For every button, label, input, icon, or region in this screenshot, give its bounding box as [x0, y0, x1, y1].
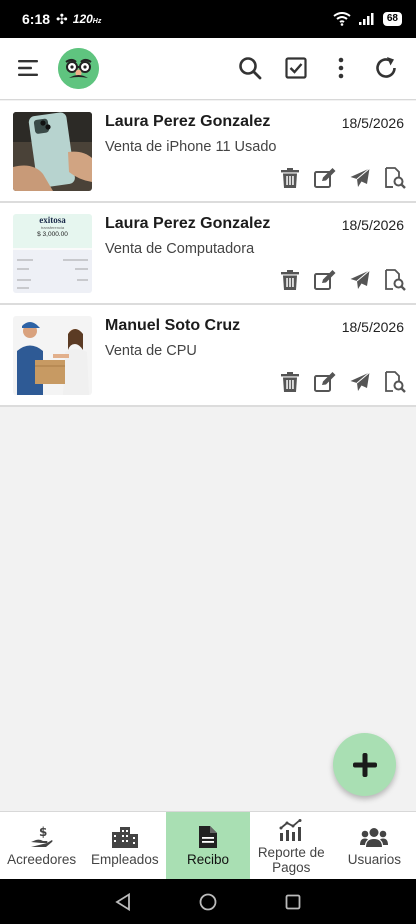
hand-dollar-icon: $	[30, 824, 54, 850]
send-icon[interactable]	[349, 371, 371, 393]
status-time: 6:18	[22, 11, 51, 27]
trash-icon[interactable]	[279, 371, 301, 393]
status-bar: 6:18 ✣ 120Hz 68	[0, 0, 416, 38]
nav-label: Reporte de Pagos	[257, 844, 325, 875]
transfer-receipt: exitosa transferencia $ 3,000.00	[13, 214, 92, 293]
edit-icon[interactable]	[314, 269, 336, 291]
iphone-photo	[13, 112, 92, 191]
more-vert-icon[interactable]	[326, 53, 356, 83]
nav-label: Acreedores	[7, 852, 77, 867]
list-item[interactable]: exitosa transferencia $ 3,000.00 Laura P…	[0, 203, 416, 305]
nav-item-empleados[interactable]: Empleados	[83, 812, 166, 879]
nav-item-recibo[interactable]: Recibo	[166, 812, 250, 879]
receipt-date: 18/5/2026	[341, 319, 404, 335]
receipt-date: 18/5/2026	[341, 115, 404, 131]
buildings-icon	[111, 824, 138, 850]
search-icon[interactable]	[235, 53, 265, 83]
row-actions	[279, 269, 406, 291]
refresh-rate: 120Hz	[72, 12, 102, 26]
document-search-icon[interactable]	[384, 167, 406, 189]
receipt-amount: $ 3,000.00	[37, 231, 68, 238]
nav-item-acreedores[interactable]: $ Acreedores	[0, 812, 83, 879]
users-icon	[360, 824, 389, 850]
home-icon[interactable]	[196, 890, 220, 914]
trash-icon[interactable]	[279, 269, 301, 291]
edit-icon[interactable]	[314, 167, 336, 189]
system-navigation-bar	[0, 879, 416, 924]
client-name: Manuel Soto Cruz	[105, 317, 241, 334]
receipt-brand: exitosa	[39, 215, 66, 225]
nav-label: Recibo	[186, 852, 230, 867]
recents-icon[interactable]	[281, 890, 305, 914]
app-bar	[0, 38, 416, 100]
client-name: Laura Perez Gonzalez	[105, 215, 271, 232]
row-actions	[279, 371, 406, 393]
battery-icon: 68	[382, 12, 402, 26]
edit-icon[interactable]	[314, 371, 336, 393]
fan-icon: ✣	[56, 10, 68, 27]
list-item[interactable]: Laura Perez Gonzalez 18/5/2026 Venta de …	[0, 101, 416, 203]
receipt-sub: transferencia	[40, 225, 65, 230]
receipt-description: Venta de iPhone 11 Usado	[105, 139, 277, 155]
bottom-nav: $ Acreedores Empleados Recibo Reporte de…	[0, 811, 416, 879]
add-receipt-button[interactable]	[333, 733, 396, 796]
svg-text:$: $	[39, 825, 47, 839]
plus-icon	[352, 752, 377, 777]
menu-icon[interactable]	[14, 53, 44, 83]
nav-label: Empleados	[91, 852, 159, 867]
delivery-photo	[13, 316, 92, 395]
receipt-list: Laura Perez Gonzalez 18/5/2026 Venta de …	[0, 101, 416, 407]
document-search-icon[interactable]	[384, 269, 406, 291]
receipt-date: 18/5/2026	[341, 217, 404, 233]
nav-label: Usuarios	[347, 852, 402, 867]
send-icon[interactable]	[349, 167, 371, 189]
signal-icon	[358, 13, 374, 25]
list-item[interactable]: Manuel Soto Cruz 18/5/2026 Venta de CPU	[0, 305, 416, 407]
refresh-icon[interactable]	[371, 53, 401, 83]
back-icon[interactable]	[111, 890, 135, 914]
chart-icon	[279, 817, 303, 843]
nav-item-reporte-de-pagos[interactable]: Reporte de Pagos	[250, 812, 333, 879]
send-icon[interactable]	[349, 269, 371, 291]
row-actions	[279, 167, 406, 189]
wifi-icon	[333, 12, 351, 26]
trash-icon[interactable]	[279, 167, 301, 189]
receipt-description: Venta de Computadora	[105, 241, 255, 257]
document-icon	[199, 824, 217, 850]
document-search-icon[interactable]	[384, 371, 406, 393]
nav-item-usuarios[interactable]: Usuarios	[333, 812, 416, 879]
client-name: Laura Perez Gonzalez	[105, 113, 271, 130]
receipt-description: Venta de CPU	[105, 343, 197, 359]
checkbox-icon[interactable]	[281, 53, 311, 83]
avatar[interactable]	[58, 48, 99, 89]
